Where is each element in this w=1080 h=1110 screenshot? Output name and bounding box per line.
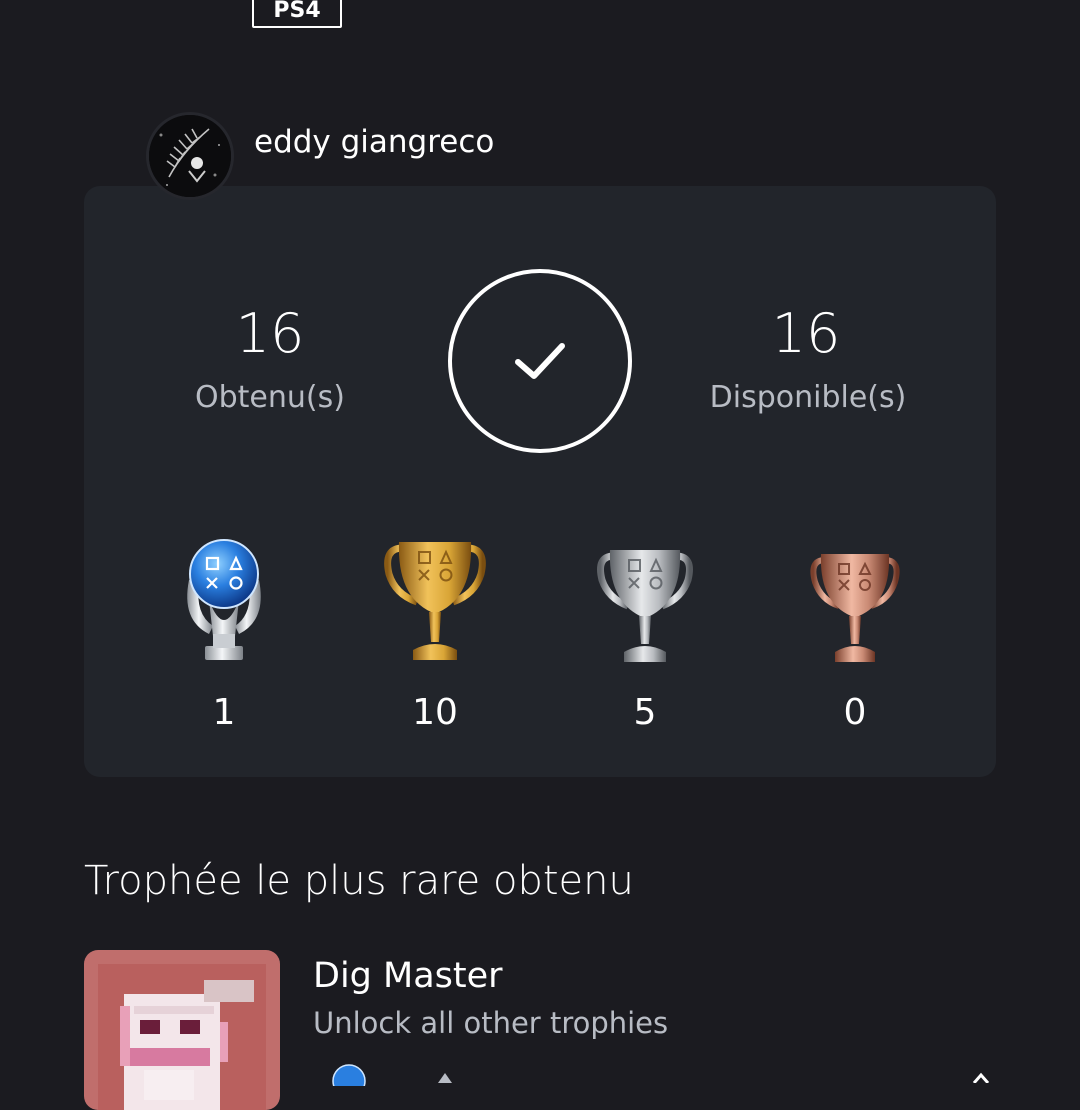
section-title: Trophée le plus rare obtenu (84, 858, 634, 904)
trophy-summary-card: 16 Obtenu(s) 16 Disponible(s) 1 10 5 0 (84, 186, 996, 777)
username: eddy giangreco (254, 124, 495, 160)
available-count: 16 (771, 302, 841, 365)
rare-trophy-thumbnail[interactable] (84, 950, 280, 1110)
completion-check-icon (448, 269, 632, 453)
silver-count: 5 (633, 692, 657, 733)
bronze-count: 0 (843, 692, 867, 733)
earned-count: 16 (235, 302, 305, 365)
rare-trophy-name[interactable]: Dig Master (313, 956, 503, 996)
earned-label: Obtenu(s) (195, 380, 345, 415)
rarity-indicator-icon (436, 1070, 454, 1088)
rare-trophy-description: Unlock all other trophies (313, 1006, 669, 1040)
gold-count: 10 (412, 692, 458, 733)
avatar-image (149, 115, 231, 197)
avatar[interactable] (146, 112, 234, 200)
available-label: Disponible(s) (709, 380, 907, 415)
platform-badge: PS4 (252, 0, 342, 28)
silver-trophy-icon (585, 526, 705, 666)
gold-trophy-icon (375, 526, 495, 666)
platinum-trophy-icon (164, 526, 284, 666)
bronze-trophy-icon (795, 526, 915, 666)
expand-icon[interactable] (972, 1070, 990, 1088)
platinum-count: 1 (212, 692, 236, 733)
rare-trophy-platinum-icon (330, 1062, 368, 1098)
